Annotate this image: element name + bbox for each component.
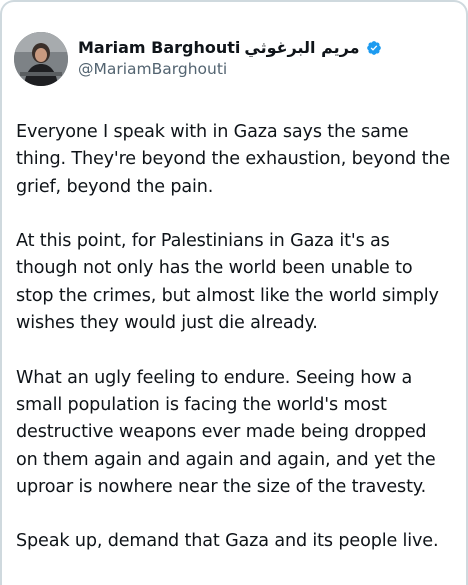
author-info: Mariam Barghouti مريم البرغوثي @MariamBa… xyxy=(78,38,382,80)
text-line: stop the crimes, but almost like the wor… xyxy=(16,285,439,306)
display-name-arabic[interactable]: مريم البرغوثي xyxy=(244,38,359,58)
tweet-paragraph: Everyone I speak with in Gaza says the s… xyxy=(16,119,462,201)
avatar-photo-icon xyxy=(14,32,68,86)
tweet-paragraph: At this point, for Palestinians in Gaza … xyxy=(16,228,462,337)
avatar[interactable] xyxy=(14,32,68,86)
text-line: on them again and again and again, and y… xyxy=(16,449,436,470)
tweet-text: Everyone I speak with in Gaza says the s… xyxy=(16,119,462,583)
text-line: What an ugly feeling to endure. Seeing h… xyxy=(16,367,413,388)
tweet-card: Mariam Barghouti مريم البرغوثي @MariamBa… xyxy=(0,0,468,585)
text-line: At this point, for Palestinians in Gaza … xyxy=(16,231,390,252)
tweet-paragraph: Speak up, demand that Gaza and its peopl… xyxy=(16,528,462,555)
text-line: Everyone I speak with in Gaza says the s… xyxy=(16,122,409,142)
tweet-paragraph: What an ugly feeling to endure. Seeing h… xyxy=(16,365,462,501)
text-line: wishes they would just die already. xyxy=(16,313,318,334)
text-line: uproar is nowhere near the size of the t… xyxy=(16,476,427,497)
text-line: grief, beyond the pain. xyxy=(16,176,214,197)
author-handle[interactable]: @MariamBarghouti xyxy=(78,58,382,80)
display-name-row[interactable]: Mariam Barghouti مريم البرغوثي xyxy=(78,38,382,58)
tweet-header: Mariam Barghouti مريم البرغوثي @MariamBa… xyxy=(14,32,382,86)
text-line: Speak up, demand that Gaza and its peopl… xyxy=(16,531,439,552)
display-name[interactable]: Mariam Barghouti xyxy=(78,38,240,58)
text-line: though not only has the world been unabl… xyxy=(16,258,413,279)
text-line: thing. They're beyond the exhaustion, be… xyxy=(16,149,451,170)
text-line: small population is facing the world's m… xyxy=(16,394,387,415)
text-line: destructive weapons ever made being drop… xyxy=(16,422,427,443)
verified-badge-icon xyxy=(366,41,381,55)
